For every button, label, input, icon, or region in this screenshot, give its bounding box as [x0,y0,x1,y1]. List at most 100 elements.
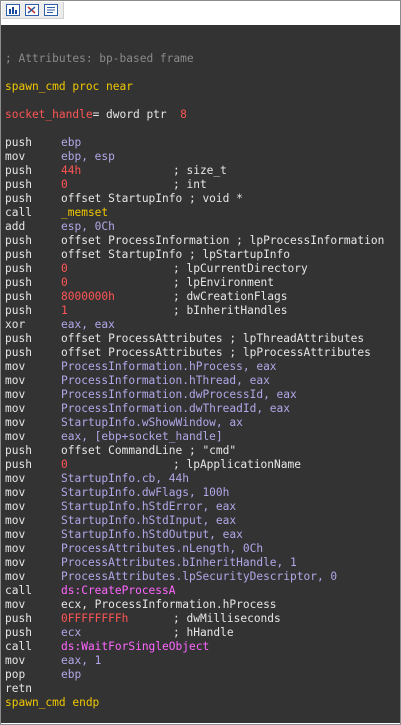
operand: ebp [61,668,82,681]
operand: offset ProcessAttributes ; lpThreadAttri… [61,332,365,345]
mnemonic: mov [5,150,26,163]
mnemonic: mov [5,500,26,513]
mnemonic: mov [5,556,26,569]
operand: ProcessAttributes.bInheritHandle, 1 [61,556,297,569]
operand: ProcessInformation.dwProcessId, eax [61,388,297,401]
operand: offset ProcessAttributes ; lpProcessAttr… [61,346,371,359]
mnemonic: push [5,178,32,191]
operand: ds:CreateProcessA [61,584,176,597]
mnemonic: push [5,290,32,303]
mnemonic: mov [5,472,26,485]
operand: 0 [61,458,68,471]
mnemonic: push [5,332,32,345]
comment: ; lpEnvironment [173,276,275,289]
comment: ; bInheritHandles [173,304,288,317]
attributes-comment: ; Attributes: bp-based frame [5,52,194,65]
mnemonic: push [5,458,32,471]
mnemonic: xor [5,318,26,331]
operand: ecx, ProcessInformation.hProcess [61,598,277,611]
mnemonic: mov [5,388,26,401]
mnemonic: mov [5,430,26,443]
operand: 44h [61,164,82,177]
argument-definition[interactable]: socket_handle= dword ptr 8 [5,108,187,122]
operand: StartupInfo.hStdInput, eax [61,514,237,527]
operand: StartupInfo.hStdOutput, eax [61,528,243,541]
mnemonic: push [5,444,32,457]
disassembly-listing[interactable]: ; Attributes: bp-based frame spawn_cmd p… [1,25,400,723]
mnemonic: push [5,346,32,359]
operand: ProcessInformation.dwThreadId, eax [61,402,291,415]
operand: 0 [61,276,68,289]
mnemonic: push [5,164,32,177]
comment: ; int [173,178,207,191]
comment: ; lpApplicationName [173,458,301,471]
operand: eax, [ebp+socket_handle] [61,430,223,443]
operand: 0FFFFFFFFh [61,612,129,625]
operand: _memset [61,206,109,219]
mnemonic: call [5,206,32,219]
mnemonic: push [5,136,32,149]
operand: 8000000h [61,290,115,303]
mnemonic: retn [5,682,32,695]
comment: ; lpCurrentDirectory [173,262,308,275]
operand: esp, 0Ch [61,220,115,233]
operand: ebp, esp [61,150,115,163]
operand: offset ProcessInformation ; lpProcessInf… [61,234,385,247]
mnemonic: push [5,626,32,639]
mnemonic: push [5,304,32,317]
mnemonic: pop [5,668,26,681]
operand: ProcessAttributes.nLength, 0Ch [61,542,264,555]
operand: ebp [61,136,82,149]
mnemonic: call [5,584,32,597]
operand: StartupInfo.wShowWindow, ax [61,416,243,429]
operand: StartupInfo.dwFlags, 100h [61,486,230,499]
operand: offset CommandLine ; "cmd" [61,444,237,457]
comment: ; hHandle [173,626,234,639]
mnemonic: add [5,220,26,233]
mnemonic: push [5,262,32,275]
argument-name[interactable]: socket_handle [5,108,93,121]
operand: offset StartupInfo ; void * [61,192,243,205]
operand: 1 [61,304,68,317]
comment: ; dwCreationFlags [173,290,288,303]
mnemonic: push [5,192,32,205]
proc-declaration[interactable]: spawn_cmd proc near [5,80,133,94]
disassembly-window: ; Attributes: bp-based frame spawn_cmd p… [0,0,401,725]
argument-offset: 8 [180,108,187,121]
mnemonic: mov [5,654,26,667]
operand: 0 [61,178,68,191]
mnemonic: push [5,234,32,247]
text-view-icon[interactable] [43,3,59,17]
operand: 0 [61,262,68,275]
mnemonic: mov [5,514,26,527]
mnemonic: mov [5,374,26,387]
mnemonic: mov [5,598,26,611]
proc-end[interactable]: spawn_cmd endp [5,696,99,710]
mnemonic: mov [5,528,26,541]
argument-type: = dword ptr [92,108,181,121]
mnemonic: mov [5,402,26,415]
operand: ds:WaitForSingleObject [61,640,210,653]
operand: eax, 1 [61,654,102,667]
operand: ProcessAttributes.lpSecurityDescriptor, … [61,570,338,583]
operand: ecx [61,626,82,639]
mnemonic: push [5,276,32,289]
operand: StartupInfo.cb, 44h [61,472,189,485]
mnemonic: mov [5,486,26,499]
mnemonic: call [5,640,32,653]
graph-icon[interactable] [24,3,40,17]
chart-icon[interactable] [5,3,21,17]
comment: ; dwMilliseconds [173,612,281,625]
mnemonic: push [5,248,32,261]
mnemonic: mov [5,542,26,555]
operand: ProcessInformation.hProcess, eax [61,360,277,373]
mnemonic: mov [5,360,26,373]
operand: offset StartupInfo ; lpStartupInfo [61,248,291,261]
mnemonic: mov [5,416,26,429]
operand: eax, eax [61,318,115,331]
view-toolbar [2,2,64,19]
mnemonic: mov [5,570,26,583]
operand: ProcessInformation.hThread, eax [61,374,270,387]
comment: ; size_t [173,164,227,177]
mnemonic: push [5,612,32,625]
